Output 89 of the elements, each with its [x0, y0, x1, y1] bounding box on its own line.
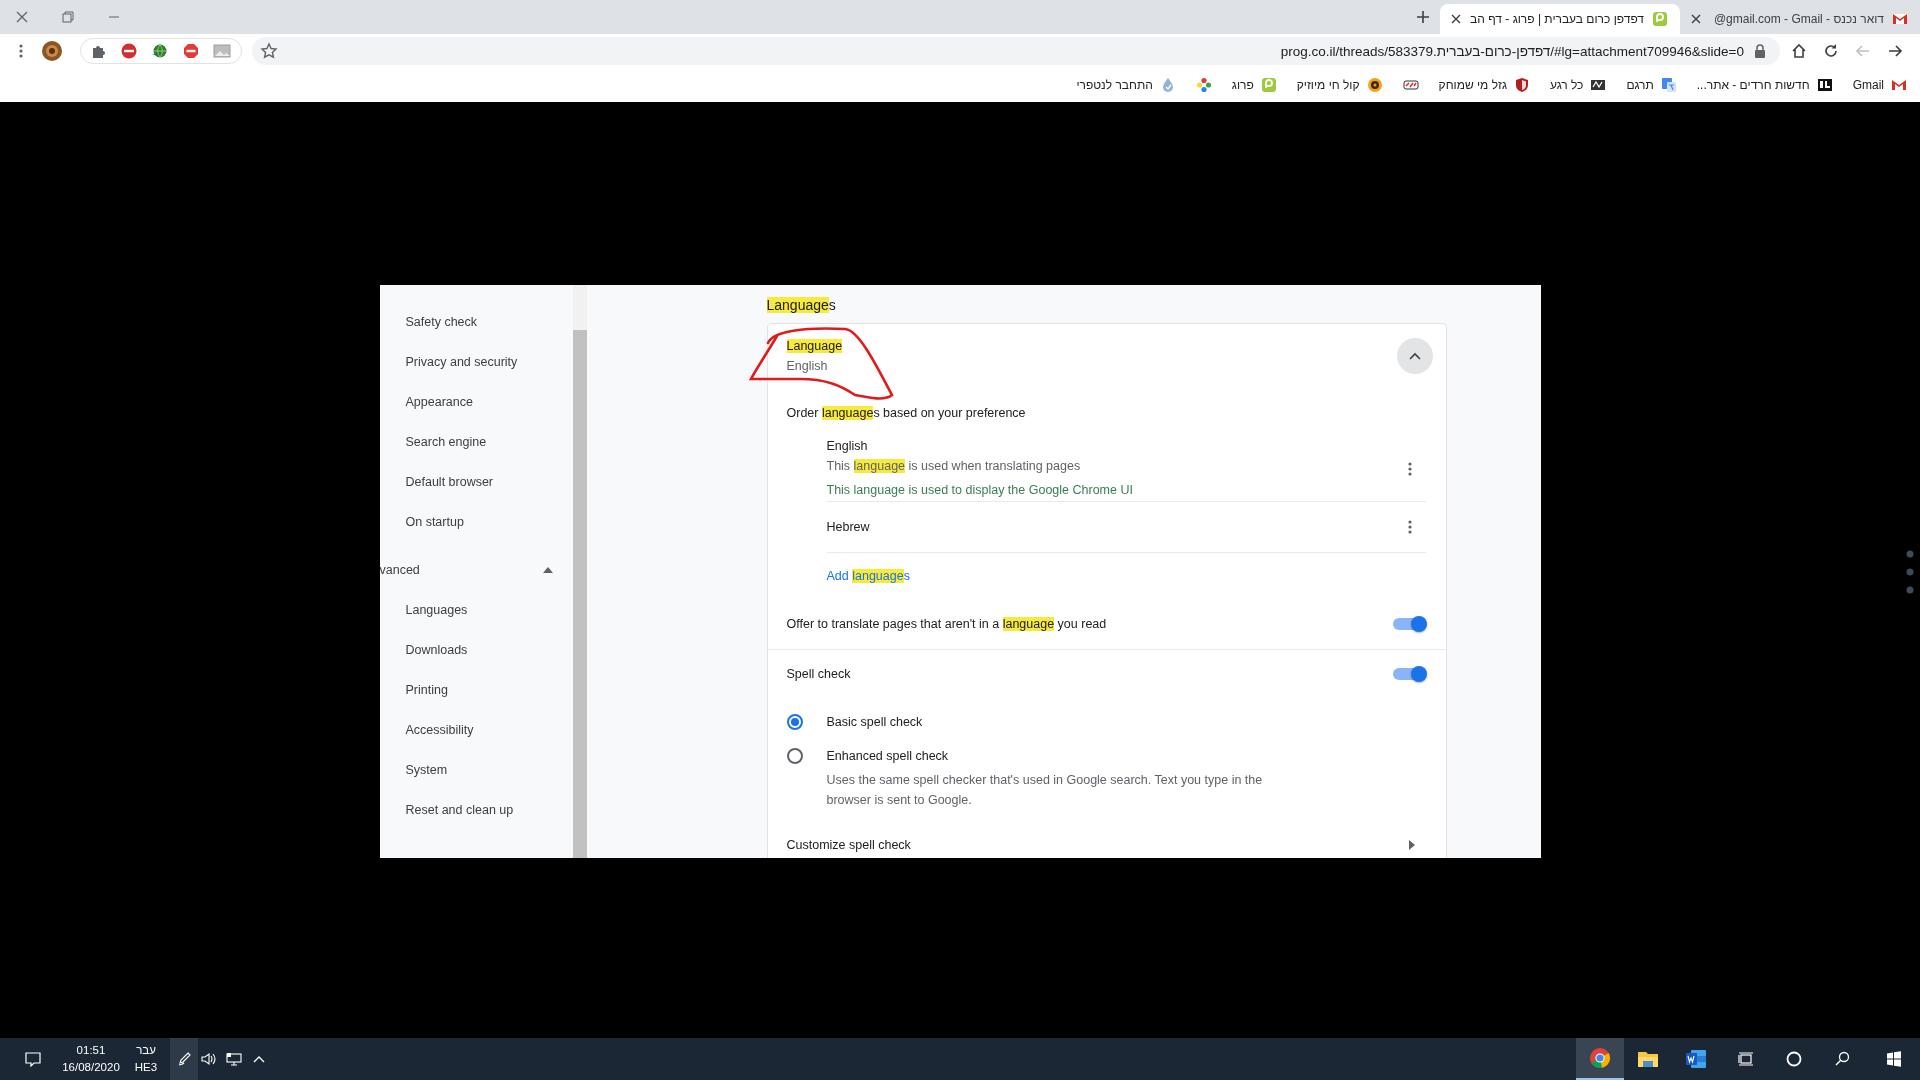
option-label: Basic spell check	[826, 713, 923, 731]
logo-icon	[1816, 77, 1833, 93]
more-icon[interactable]	[1407, 461, 1412, 476]
bookmark[interactable]: Gmail	[1847, 74, 1912, 96]
chevron-up-icon[interactable]	[253, 1055, 265, 1063]
setting-value: English	[786, 357, 829, 375]
language-name: English	[826, 437, 869, 455]
translate-icon	[1660, 77, 1677, 93]
record-icon	[1366, 77, 1383, 93]
monitor-icon[interactable]	[226, 1052, 242, 1066]
scrollbar[interactable]	[572, 284, 587, 858]
bookmark[interactable]: קול חי מיוזיק	[1291, 74, 1388, 96]
bookmark[interactable]: תרגם	[1621, 74, 1682, 96]
option-description: Uses the same spell checker that's used in Google search. Text you type in the browser is sent to Google.	[826, 771, 1264, 809]
language-note: This language is used when translating pages	[826, 457, 1082, 475]
bookmark[interactable]: התחבר לנטפרי	[1071, 74, 1181, 96]
url-text: prog.co.il/threads/583379.דפדפן-כרום-בעברית/#lg=attachment709946&slide=0	[1279, 43, 1744, 59]
sidebar-item[interactable]: Reset and clean up	[379, 789, 573, 830]
sidebar-item[interactable]: Privacy and security	[379, 341, 573, 382]
setting-label: Offer to translate pages that aren't in a language you read	[786, 617, 1107, 631]
logo-icon	[1652, 11, 1668, 27]
stop-sign-icon[interactable]	[183, 43, 199, 59]
shield-icon	[1514, 77, 1530, 93]
toggle-switch[interactable]	[1392, 614, 1427, 634]
sidebar-item[interactable]: Accessibility	[379, 709, 573, 750]
logo-icon	[1260, 77, 1277, 93]
sidebar-item[interactable]: Search engine	[379, 421, 573, 462]
section-heading: Languages	[766, 296, 837, 315]
speaker-icon[interactable]	[201, 1052, 217, 1066]
home-icon[interactable]	[1790, 42, 1808, 60]
sidebar-item[interactable]: On startup	[379, 501, 573, 542]
reload-icon[interactable]	[1822, 42, 1840, 60]
globe-icon[interactable]	[151, 43, 169, 59]
task-view-icon[interactable]	[1738, 1051, 1754, 1067]
chevron-up-icon	[1408, 351, 1421, 360]
caret-up-icon[interactable]	[542, 566, 553, 573]
instruction-text: Order languages based on your preference	[786, 405, 1026, 420]
logo-icon	[1402, 77, 1419, 93]
browser-tab[interactable]: דפדפן כרום בעברית | פרוג - דף הב	[1440, 4, 1680, 34]
stop-sign-icon[interactable]	[121, 43, 137, 59]
setting-label[interactable]: Customize spell check	[786, 837, 911, 852]
avatar-icon[interactable]	[42, 41, 62, 61]
bookmark[interactable]: כל רגע	[1545, 74, 1612, 96]
sidebar-item[interactable]: Default browser	[379, 461, 573, 502]
setting-title: Language	[786, 337, 844, 355]
message-icon[interactable]	[25, 1051, 41, 1067]
sidebar-item[interactable]: Languages	[379, 589, 573, 630]
collapse-button[interactable]	[1396, 337, 1433, 374]
caret-right-icon[interactable]	[1408, 839, 1415, 850]
close-icon[interactable]	[15, 10, 29, 24]
puzzle-icon[interactable]	[91, 43, 107, 59]
close-icon[interactable]	[1450, 13, 1462, 25]
bookmark[interactable]: חדשות חרדים - אתר...	[1691, 74, 1838, 96]
tab-title: דואר נכנס - @gmail.com - Gmail	[1712, 12, 1884, 26]
chrome-icon	[1589, 1047, 1611, 1069]
section-label[interactable]: vanced	[379, 562, 420, 577]
document-icon	[1685, 1048, 1707, 1070]
pen-icon[interactable]	[176, 1051, 192, 1067]
option-label: Enhanced spell check	[826, 747, 950, 765]
radio-button[interactable]	[786, 713, 803, 730]
sidebar-item[interactable]: Printing	[379, 669, 573, 710]
sidebar-item[interactable]: System	[379, 749, 573, 790]
sidebar-item[interactable]: Downloads	[379, 629, 573, 670]
lock-icon	[1754, 44, 1766, 58]
search-icon[interactable]	[1834, 1051, 1850, 1067]
taskbar-app[interactable]	[1576, 1038, 1624, 1080]
envelope-icon	[1892, 11, 1908, 27]
sidebar-item[interactable]: Appearance	[379, 381, 573, 422]
more-icon[interactable]	[1407, 519, 1412, 534]
setting-label: Spell check	[786, 666, 851, 681]
windows-icon[interactable]	[1886, 1051, 1902, 1067]
address-bar[interactable]: prog.co.il/threads/583379.דפדפן-כרום-בעברית/#lg=attachment709946&slide=0	[252, 37, 1780, 65]
sidebar-item[interactable]: Safety check	[379, 301, 573, 342]
bookmark[interactable]: גזל מי שמוחק	[1433, 74, 1535, 96]
radio-button[interactable]	[786, 747, 803, 764]
language-name: Hebrew	[826, 518, 871, 536]
tab-title: דפדפן כרום בעברית | פרוג - דף הב	[1470, 12, 1644, 26]
envelope-icon	[1891, 77, 1907, 93]
restore-icon[interactable]	[61, 10, 75, 24]
close-icon[interactable]	[1690, 13, 1702, 25]
logo-icon	[1590, 77, 1607, 93]
star-icon[interactable]	[260, 42, 278, 60]
new-tab-icon[interactable]	[1416, 10, 1430, 24]
bookmark[interactable]: פרוג	[1226, 74, 1282, 96]
circle-icon[interactable]	[1786, 1051, 1802, 1067]
language-note: This language is used to display the Google Chrome UI	[826, 481, 1134, 499]
flower-icon	[1195, 77, 1212, 93]
browser-tab[interactable]: דואר נכנס - @gmail.com - Gmail	[1680, 4, 1920, 34]
pager-dots-icon[interactable]	[1906, 550, 1914, 594]
